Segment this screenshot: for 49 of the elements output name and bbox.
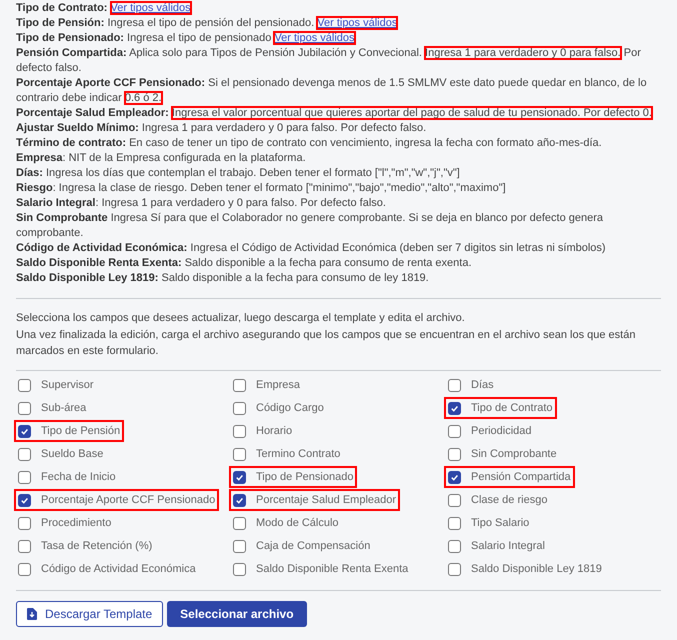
field-description: Término de contrato: En caso de tener un tipo de contrato con vencimiento, ingresa la fecha con formato año-mes-día. xyxy=(16,136,603,151)
field-checkbox-row[interactable]: Saldo Disponible Ley 1819 xyxy=(446,560,604,578)
valid-types-link[interactable]: Ver tipos válidos xyxy=(274,32,355,44)
field-checkbox-row[interactable]: Tipo Salario xyxy=(446,514,532,532)
field-description: Porcentaje Salud Empleador: Ingresa el valor porcentual que quieres aportar del pago de salud de tu pensionado. Por defecto 0. xyxy=(16,106,653,121)
field-checkbox-row[interactable]: Porcentaje Aporte CCF Pensionado xyxy=(16,490,218,510)
field-checkbox-row[interactable]: Tipo de Pensionado xyxy=(231,468,356,486)
highlight-frame: Ingresa 1 para verdadero y 0 para falso. xyxy=(425,47,621,59)
field-checkbox-row[interactable]: Código de Actividad Económica xyxy=(16,560,198,578)
select-file-button[interactable]: Seleccionar archivo xyxy=(167,600,307,626)
field-checkbox-row[interactable]: Tasa de Retención (%) xyxy=(16,536,154,556)
field-description: Salario Integral: Ingresa 1 para verdadero y 0 para falso. Por defecto falso. xyxy=(16,196,387,211)
field-checkbox-row[interactable]: Pensión Compartida xyxy=(446,468,573,486)
highlight-frame: Ingresa el valor porcentual que quieres aportar del pago de salud de tu pensionado. Por defecto 0. xyxy=(172,107,652,119)
field-checkbox-row[interactable]: Tipo de Contrato xyxy=(446,398,555,418)
field-description: Empresa: NIT de la Empresa configurada en la plataforma. xyxy=(16,151,307,166)
field-description: Riesgo: Ingresa la clase de riesgo. Deben tener el formato ["minimo","bajo","medio","alto","maximo"] xyxy=(16,181,507,196)
field-checkbox-row[interactable]: Porcentaje Salud Empleador xyxy=(231,490,398,510)
download-template-button[interactable]: Descargar Template xyxy=(16,600,164,626)
valid-types-link[interactable]: Ver tipos válidos xyxy=(317,17,398,29)
field-checkbox-row[interactable]: Periodicidad xyxy=(446,422,534,440)
field-description: Saldo Disponible Ley 1819: Saldo disponible a la fecha para consumo de ley 1819. xyxy=(16,271,430,286)
field-description: Tipo de Pensión: Ingresa el tipo de pensión del pensionado. Ver tipos válidos xyxy=(16,16,398,31)
field-checkbox-row[interactable]: Días xyxy=(446,376,496,394)
field-description: Días: Ingresa los días que contemplan el trabajo. Deben tener el formato ["l","m","w","j","v"] xyxy=(16,166,461,181)
field-description: Ajustar Sueldo Mínimo: Ingresa 1 para verdadero y 0 para falso. Por defecto falso. xyxy=(16,121,428,136)
field-checkbox-row[interactable]: Código Cargo xyxy=(231,398,326,418)
field-description: Pensión Compartida: Aplica solo para Tipos de Pensión Jubilación y Convecional. Ingresa 1 para verdadero y 0 para falso. Por defecto falso. xyxy=(16,46,642,76)
field-checkbox-row[interactable]: Caja de Compensación xyxy=(231,536,372,556)
field-description: Sin Comprobante Ingresa Sí para que el Colaborador no genere comprobante. Si se deja en blanco por defecto genera comprobante. xyxy=(16,211,604,241)
field-checkbox-row[interactable]: Sub-área xyxy=(16,398,88,418)
field-checkbox-row[interactable]: Horario xyxy=(231,422,294,440)
instruction-text: Selecciona los campos que desees actualizar, luego descarga el template y edita el archivo. xyxy=(16,311,466,326)
field-checkbox-row[interactable]: Tipo de Pensión xyxy=(16,422,122,440)
field-checkbox-row[interactable]: Procedimiento xyxy=(16,514,114,532)
instruction-text: Una vez finalizada la edición, carga el archivo asegurando que los campos que se encuentran en el archivo sean los que están marcados en este formulario. xyxy=(16,328,636,359)
field-checkbox-row[interactable]: Sueldo Base xyxy=(16,444,106,464)
field-checkbox-row[interactable]: Sin Comprobante xyxy=(446,444,559,464)
field-checkbox-row[interactable]: Fecha de Inicio xyxy=(16,468,118,486)
field-checkbox-row[interactable]: Supervisor xyxy=(16,376,96,394)
field-description: Código de Actividad Económica: Ingresa el Código de Actividad Económica (deben ser 7 digitos sin letras ni símbolos) xyxy=(16,241,607,256)
field-checkbox-row[interactable]: Saldo Disponible Renta Exenta xyxy=(231,560,410,578)
field-checkbox-row[interactable]: Clase de riesgo xyxy=(446,490,550,510)
field-description: Tipo de Pensionado: Ingresa el tipo de pensionado Ver tipos válidos xyxy=(16,31,356,46)
field-description: Saldo Disponible Renta Exenta: Saldo disponible a la fecha para consumo de renta exenta. xyxy=(16,256,473,271)
field-checkbox-row[interactable]: Empresa xyxy=(231,376,302,394)
field-checkbox-row[interactable]: Modo de Cálculo xyxy=(231,514,341,532)
field-checkbox-row[interactable]: Salario Integral xyxy=(446,536,547,556)
field-checkbox-row[interactable]: Termino Contrato xyxy=(231,444,342,464)
